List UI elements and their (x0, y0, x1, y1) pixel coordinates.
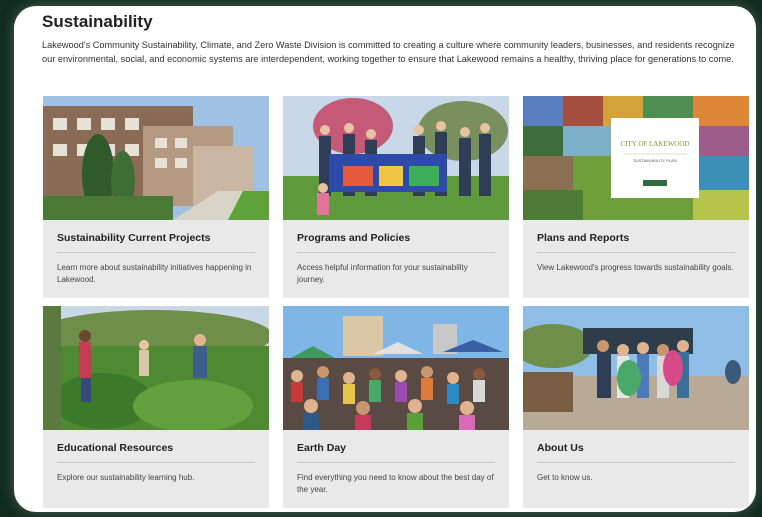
card-description: Get to know us. (537, 473, 593, 482)
plan-cover-line1: CITY OF LAKEWOOD (621, 140, 690, 148)
sustainability-plan-image: CITY OF LAKEWOOD SUSTAINABILITY PLAN (523, 96, 749, 220)
divider (537, 252, 735, 253)
card-title: Plans and Reports (537, 232, 630, 244)
card-about-us[interactable]: About Us Get to know us. (523, 306, 749, 508)
card-description: View Lakewood's progress towards sustain… (537, 263, 734, 272)
card-description: Find everything you need to know about t… (297, 473, 494, 494)
divider (537, 462, 735, 463)
divider (297, 252, 495, 253)
plan-cover-line2: SUSTAINABILITY PLAN (633, 158, 677, 163)
earth-day-crowd-image (283, 306, 509, 430)
team-photo-image (523, 306, 749, 430)
content-frame: Sustainability Lakewood's Community Sust… (14, 6, 756, 512)
card-title: Educational Resources (57, 442, 174, 454)
card-plans-reports[interactable]: CITY OF LAKEWOOD SUSTAINABILITY PLAN Pla… (523, 96, 749, 298)
divider (297, 462, 495, 463)
card-title: Programs and Policies (297, 232, 411, 244)
group-banner-image (283, 96, 509, 220)
intro-paragraph: Lakewood's Community Sustainability, Cli… (42, 40, 735, 64)
card-description: Access helpful information for your sust… (297, 263, 468, 284)
townhouses-image (43, 96, 269, 220)
card-current-projects[interactable]: Sustainability Current Projects Learn mo… (43, 96, 269, 298)
divider (57, 252, 255, 253)
card-grid: Sustainability Current Projects Learn mo… (43, 96, 749, 508)
page-title: Sustainability (42, 12, 153, 31)
card-programs-policies[interactable]: Programs and Policies Access helpful inf… (283, 96, 509, 298)
card-title: About Us (537, 442, 584, 454)
card-earth-day[interactable]: Earth Day Find everything you need to kn… (283, 306, 509, 508)
community-garden-image (43, 306, 269, 430)
card-description: Explore our sustainability learning hub. (57, 473, 195, 482)
card-title: Sustainability Current Projects (57, 232, 211, 244)
card-description: Learn more about sustainability initiati… (57, 263, 252, 284)
divider (57, 462, 255, 463)
card-title: Earth Day (297, 442, 347, 454)
card-educational-resources[interactable]: Educational Resources Explore our sustai… (43, 306, 269, 508)
